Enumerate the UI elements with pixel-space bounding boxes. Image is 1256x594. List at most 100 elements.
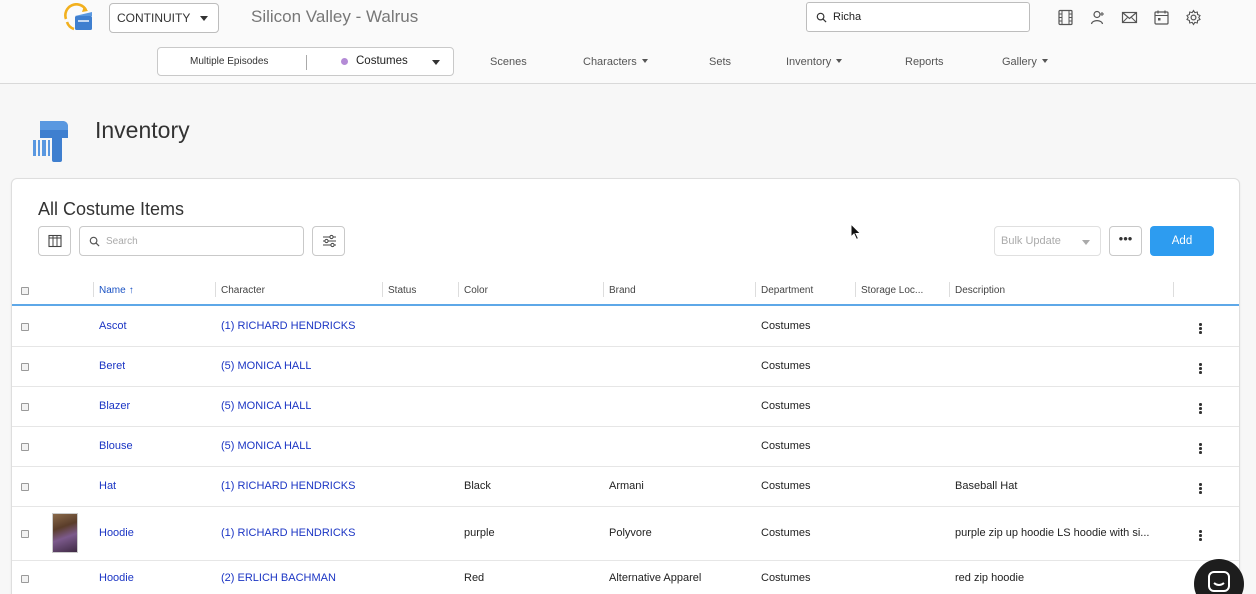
- table-row[interactable]: Beret (5) MONICA HALL Costumes: [12, 347, 1239, 387]
- nav-inventory-label: Inventory: [786, 56, 832, 68]
- select-all-checkbox[interactable]: [21, 287, 29, 295]
- column-divider: [755, 282, 756, 297]
- item-name-link[interactable]: Hoodie: [99, 527, 134, 539]
- column-name-label: Name: [99, 285, 126, 296]
- table-row[interactable]: Hoodie (1) RICHARD HENDRICKS purple Poly…: [12, 507, 1239, 561]
- calendar-icon[interactable]: [1153, 9, 1170, 26]
- gear-icon[interactable]: [1185, 9, 1202, 26]
- row-checkbox[interactable]: [21, 483, 29, 491]
- department-color-dot: [341, 58, 348, 65]
- column-header-brand[interactable]: Brand: [609, 285, 636, 296]
- column-header-character[interactable]: Character: [221, 285, 265, 296]
- row-menu-icon[interactable]: [1199, 483, 1202, 494]
- episode-department-switcher[interactable]: Multiple Episodes Costumes: [157, 47, 454, 76]
- multiple-episodes-option[interactable]: Multiple Episodes: [190, 56, 268, 67]
- project-title: Silicon Valley - Walrus: [251, 7, 419, 26]
- row-checkbox[interactable]: [21, 323, 29, 331]
- character-link[interactable]: (5) MONICA HALL: [221, 440, 311, 452]
- continuity-logo-icon[interactable]: [62, 3, 94, 33]
- table-row[interactable]: Blouse (5) MONICA HALL Costumes: [12, 427, 1239, 467]
- columns-button[interactable]: [38, 226, 71, 256]
- caret-down-icon: [1041, 59, 1048, 63]
- column-header-storage-location[interactable]: Storage Loc...: [861, 285, 923, 296]
- column-divider: [603, 282, 604, 297]
- nav-characters-label: Characters: [583, 56, 637, 68]
- chevron-down-icon: [432, 60, 440, 65]
- color-cell: Red: [464, 572, 485, 584]
- column-header-status[interactable]: Status: [388, 285, 416, 296]
- department-cell: Costumes: [761, 360, 811, 372]
- nav-gallery[interactable]: Gallery: [1002, 56, 1048, 68]
- character-link[interactable]: (2) ERLICH BACHMAN: [221, 572, 336, 584]
- add-button[interactable]: Add: [1150, 226, 1214, 256]
- department-cell: Costumes: [761, 400, 811, 412]
- column-header-department[interactable]: Department: [761, 285, 813, 296]
- nav-reports-label: Reports: [905, 56, 944, 68]
- brand-cell: Armani: [609, 480, 644, 492]
- nav-scenes[interactable]: Scenes: [490, 56, 527, 68]
- mail-icon[interactable]: [1121, 9, 1138, 26]
- row-checkbox[interactable]: [21, 443, 29, 451]
- department-cell: Costumes: [761, 440, 811, 452]
- nav-scenes-label: Scenes: [490, 56, 527, 68]
- nav-sets[interactable]: Sets: [709, 56, 731, 68]
- item-name-link[interactable]: Beret: [99, 360, 125, 372]
- brand-cell: Alternative Apparel: [609, 572, 702, 584]
- nav-sets-label: Sets: [709, 56, 732, 68]
- column-header-color[interactable]: Color: [464, 285, 488, 296]
- item-name-link[interactable]: Blazer: [99, 400, 130, 412]
- item-thumbnail[interactable]: [52, 513, 78, 553]
- global-search-input[interactable]: Richa: [806, 2, 1030, 32]
- column-header-name[interactable]: Name ↑: [99, 285, 134, 296]
- nav-inventory[interactable]: Inventory: [786, 56, 843, 68]
- project-type-select[interactable]: CONTINUITY: [109, 3, 219, 33]
- character-link[interactable]: (5) MONICA HALL: [221, 360, 311, 372]
- item-name-link[interactable]: Hoodie: [99, 572, 134, 584]
- film-icon[interactable]: [1057, 9, 1074, 26]
- column-divider: [855, 282, 856, 297]
- segment-divider: [306, 55, 307, 70]
- row-checkbox[interactable]: [21, 363, 29, 371]
- row-menu-icon[interactable]: [1199, 403, 1202, 414]
- nav-reports[interactable]: Reports: [905, 56, 944, 68]
- column-divider: [382, 282, 383, 297]
- filter-button[interactable]: [312, 226, 345, 256]
- table-row[interactable]: Ascot (1) RICHARD HENDRICKS Costumes: [12, 307, 1239, 347]
- mouse-cursor-icon: [850, 223, 862, 241]
- table-search-input[interactable]: Search: [79, 226, 304, 256]
- column-divider: [1173, 282, 1174, 297]
- row-menu-icon[interactable]: [1199, 443, 1202, 454]
- bulk-update-select[interactable]: Bulk Update: [994, 226, 1101, 256]
- table-row[interactable]: Hat (1) RICHARD HENDRICKS Black Armani C…: [12, 467, 1239, 507]
- chat-icon: [1208, 571, 1230, 592]
- row-menu-icon[interactable]: [1199, 530, 1202, 541]
- add-user-icon[interactable]: [1089, 9, 1106, 26]
- character-link[interactable]: (1) RICHARD HENDRICKS: [221, 480, 355, 492]
- column-header-description[interactable]: Description: [955, 285, 1005, 296]
- description-cell: Baseball Hat: [955, 480, 1018, 492]
- character-link[interactable]: (5) MONICA HALL: [221, 400, 311, 412]
- sliders-icon: [323, 234, 336, 248]
- table-row[interactable]: Hoodie (2) ERLICH BACHMAN Red Alternativ…: [12, 561, 1239, 594]
- nav-gallery-label: Gallery: [1002, 56, 1037, 68]
- color-cell: Black: [464, 480, 491, 492]
- row-menu-icon[interactable]: [1199, 323, 1202, 334]
- row-checkbox[interactable]: [21, 575, 29, 583]
- table-row[interactable]: Blazer (5) MONICA HALL Costumes: [12, 387, 1239, 427]
- row-checkbox[interactable]: [21, 530, 29, 538]
- page-title: Inventory: [95, 117, 190, 143]
- card-title: All Costume Items: [38, 199, 185, 219]
- character-link[interactable]: (1) RICHARD HENDRICKS: [221, 527, 355, 539]
- global-search-value: Richa: [833, 11, 862, 23]
- department-option[interactable]: Costumes: [356, 55, 408, 67]
- more-actions-button[interactable]: •••: [1109, 226, 1142, 256]
- character-link[interactable]: (1) RICHARD HENDRICKS: [221, 320, 355, 332]
- table-header: Name ↑ Character Status Color Brand Depar…: [12, 277, 1239, 306]
- item-name-link[interactable]: Blouse: [99, 440, 133, 452]
- row-checkbox[interactable]: [21, 403, 29, 411]
- item-name-link[interactable]: Ascot: [99, 320, 127, 332]
- nav-characters[interactable]: Characters: [583, 56, 648, 68]
- row-menu-icon[interactable]: [1199, 363, 1202, 374]
- barcode-scanner-icon: [33, 121, 68, 162]
- item-name-link[interactable]: Hat: [99, 480, 116, 492]
